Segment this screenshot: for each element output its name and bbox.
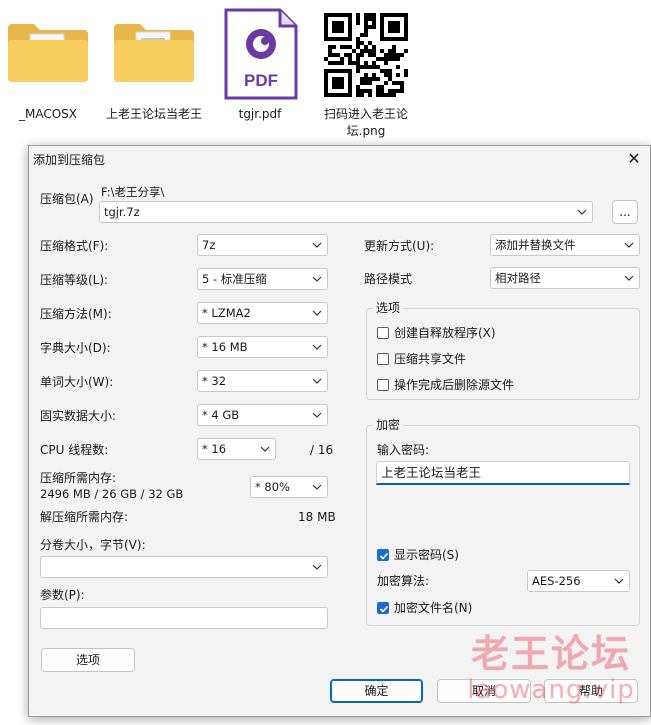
desktop-icon-macosx[interactable]: _MACOSX [0,8,96,143]
password-input[interactable]: 上老王论坛当老王 [376,461,630,485]
delete-source-checkbox-label: 操作完成后删除源文件 [394,378,515,392]
encrypt-filenames-label: 加密文件名(N) [394,601,473,615]
pdf-badge-text: PDF [244,71,278,90]
cpu-value: * 16 [202,442,227,456]
browse-button[interactable]: ... [612,200,638,224]
split-label: 分卷大小，字节(V): [40,538,146,552]
pathmode-value: 相对路径 [495,271,541,285]
format-value: 7z [202,238,216,252]
mem-compress-value: * 80% [255,480,290,494]
word-value: * 32 [202,374,227,388]
update-combo[interactable]: 添加并替换文件 [490,234,640,256]
chevron-down-icon [312,484,322,490]
shared-checkbox-label: 压缩共享文件 [394,352,467,366]
show-password-label: 显示密码(S) [394,548,459,562]
chevron-down-icon [312,564,322,570]
format-combo[interactable]: 7z [197,234,328,256]
chevron-down-icon [312,276,322,282]
password-label: 输入密码: [377,443,430,457]
password-value: 上老王论坛当老王 [381,465,482,480]
mem-compress-detail: 2496 MB / 26 GB / 32 GB [40,487,184,501]
chevron-down-icon [624,242,634,248]
checkmark-icon [379,552,389,560]
ok-button[interactable]: 确定 [330,679,423,703]
chevron-down-icon [577,209,587,215]
options-button[interactable]: 选项 [41,648,135,672]
watermark: 老王论坛 laowang.vip [456,632,646,704]
close-button[interactable]: ✕ [624,149,644,169]
desktop-icon-label: 扫码进入老王论坛.png [323,107,408,138]
title-bar[interactable]: 添加到压缩包 ✕ [29,146,650,172]
encryption-group-title: 加密 [373,418,404,433]
word-combo[interactable]: * 32 [197,370,328,392]
folder-icon [8,24,88,82]
archive-name-combo[interactable]: tgjr.7z [99,201,593,223]
level-value: 5 - 标准压缩 [202,272,267,286]
archive-path: F:\老王分享\ [101,185,165,199]
level-combo[interactable]: 5 - 标准压缩 [197,268,328,290]
checkbox-box [377,327,389,339]
solid-label: 固实数据大小: [40,409,117,423]
mem-compress-label: 压缩所需内存: [40,471,117,485]
method-label: 压缩方法(M): [40,307,112,321]
cpu-label: CPU 线程数: [40,443,109,457]
dict-combo[interactable]: * 16 MB [197,336,328,358]
watermark-url: laowang.vip [467,675,635,705]
params-label: 参数(P): [40,588,85,602]
archive-label: 压缩包(A) [40,192,94,206]
solid-combo[interactable]: * 4 GB [197,404,328,426]
watermark-title: 老王论坛 [470,632,631,676]
cpu-total: / 16 [310,443,334,457]
chevron-down-icon [312,242,322,248]
split-combo[interactable] [40,556,328,578]
archive-name-value: tgjr.7z [104,205,140,219]
desktop-icon-pdf[interactable]: PDF tgjr.pdf [212,8,308,143]
method-combo[interactable]: * LZMA2 [197,302,328,324]
pathmode-label: 路径模式 [364,272,413,286]
chevron-down-icon [312,310,322,316]
checkbox-box [377,379,389,391]
encryption-group: 加密 输入密码: 上老王论坛当老王 显示密码(S) 加密算法: AES-256 … [366,418,640,626]
options-group-title: 选项 [373,301,404,316]
sfx-checkbox-label: 创建自释放程序(X) [394,326,496,340]
chevron-down-icon [312,412,322,418]
checkbox-box [377,549,389,561]
pdf-file-icon: PDF [224,8,298,100]
dialog-title: 添加到压缩包 [33,153,106,167]
dict-value: * 16 MB [202,340,248,354]
params-input[interactable] [40,607,328,629]
encryption-method-label: 加密算法: [377,574,430,588]
checkbox-box [377,353,389,365]
chevron-down-icon [260,446,270,452]
method-value: * LZMA2 [202,306,251,320]
checkbox-box [377,602,389,614]
checkmark-icon [379,605,389,613]
desktop-icon-label: 上老王论坛当老王 [106,107,203,121]
update-value: 添加并替换文件 [495,238,576,252]
options-group: 选项 创建自释放程序(X) 压缩共享文件 操作完成后删除源文件 [366,301,640,400]
cpu-combo[interactable]: * 16 [197,438,276,460]
desktop-icon-folder-laowang[interactable]: 上老王论坛当老王 [106,8,202,143]
chevron-down-icon [312,344,322,350]
chevron-down-icon [624,275,634,281]
desktop-icon-qr-image[interactable]: 扫码进入老王论坛.png [318,8,414,143]
format-label: 压缩格式(F): [40,239,109,253]
chevron-down-icon [312,378,322,384]
desktop-icon-label: tgjr.pdf [238,107,282,121]
dict-label: 字典大小(D): [40,341,111,355]
mem-decompress-value: 18 MB [298,510,336,524]
chevron-down-icon [614,578,624,584]
qr-code-image-icon [324,13,408,97]
mem-decompress-label: 解压缩所需内存: [40,510,129,524]
word-label: 单词大小(W): [40,375,114,389]
encryption-method-combo[interactable]: AES-256 [527,570,630,592]
mem-compress-combo[interactable]: * 80% [250,476,328,498]
encryption-method-value: AES-256 [532,574,581,588]
level-label: 压缩等级(L): [40,273,109,287]
desktop-icon-label: _MACOSX [18,107,77,121]
solid-value: * 4 GB [202,408,240,422]
folder-icon [114,24,194,82]
update-label: 更新方式(U): [364,239,435,253]
pathmode-combo[interactable]: 相对路径 [490,267,640,289]
